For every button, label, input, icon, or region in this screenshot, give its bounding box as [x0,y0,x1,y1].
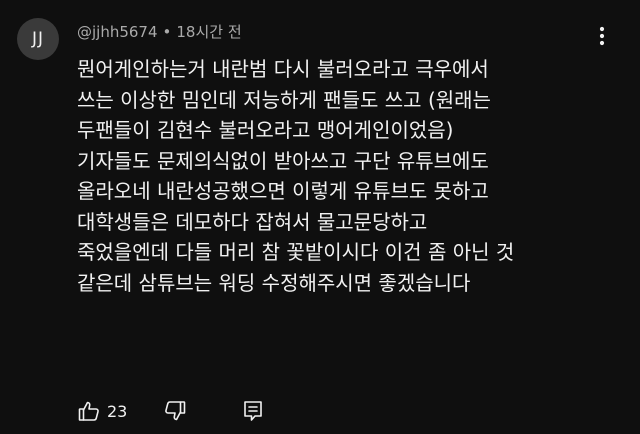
comment-line: 뭔어게인하는거 내란범 다시 불러오라고 극우에서 [77,57,489,81]
reply-comment-icon [242,399,264,423]
timestamp[interactable]: 18시간 전 [176,23,241,41]
author-handle[interactable]: @jjhh5674 [77,23,158,41]
comment-thread: JJ @jjhh5674 • 18시간 전 뭔어게인하는거 내란범 다시 불러오라고… [0,0,640,434]
header-separator: • [162,23,172,41]
more-options-button[interactable] [588,22,616,50]
comment-header: @jjhh5674 • 18시간 전 [77,21,242,43]
comment-line: 기자들도 문제의식없이 받아쓰고 구단 유튜브에도 [77,148,489,173]
comment-actions: 23 [77,396,377,426]
thumb-up-icon [77,399,101,423]
comment-line: 같은데 삼튜브는 워딩 수정해주시면 좋겠습니다 [77,270,471,295]
comment-line: 올라오네 내란성공했으면 이렇게 유튜브도 못하고 [77,179,489,203]
more-vert-icon [599,26,605,46]
comment-line: 죽었을엔데 다들 머리 참 꽃밭이시다 이건 좀 아닌 것 [77,240,515,264]
like-button[interactable]: 23 [77,396,127,426]
thumb-down-icon [163,399,187,423]
comment-line: 두팬들이 김현수 불러오라고 맹어게인이었음) [77,118,454,142]
comment-line: 대학생들은 데모하다 잡혀서 물고문당하고 [77,209,428,234]
reply-button[interactable] [242,396,264,426]
dislike-button[interactable] [163,396,187,426]
avatar[interactable]: JJ [17,18,59,60]
comment-text: 뭔어게인하는거 내란범 다시 불러오라고 극우에서 쓰는 이상한 밈인데 저능하… [77,54,622,298]
like-count: 23 [107,401,128,421]
avatar-initials: JJ [31,29,45,49]
comment-line: 쓰는 이상한 밈인데 저능하게 팬들도 쓰고 (원래는 [77,87,491,112]
